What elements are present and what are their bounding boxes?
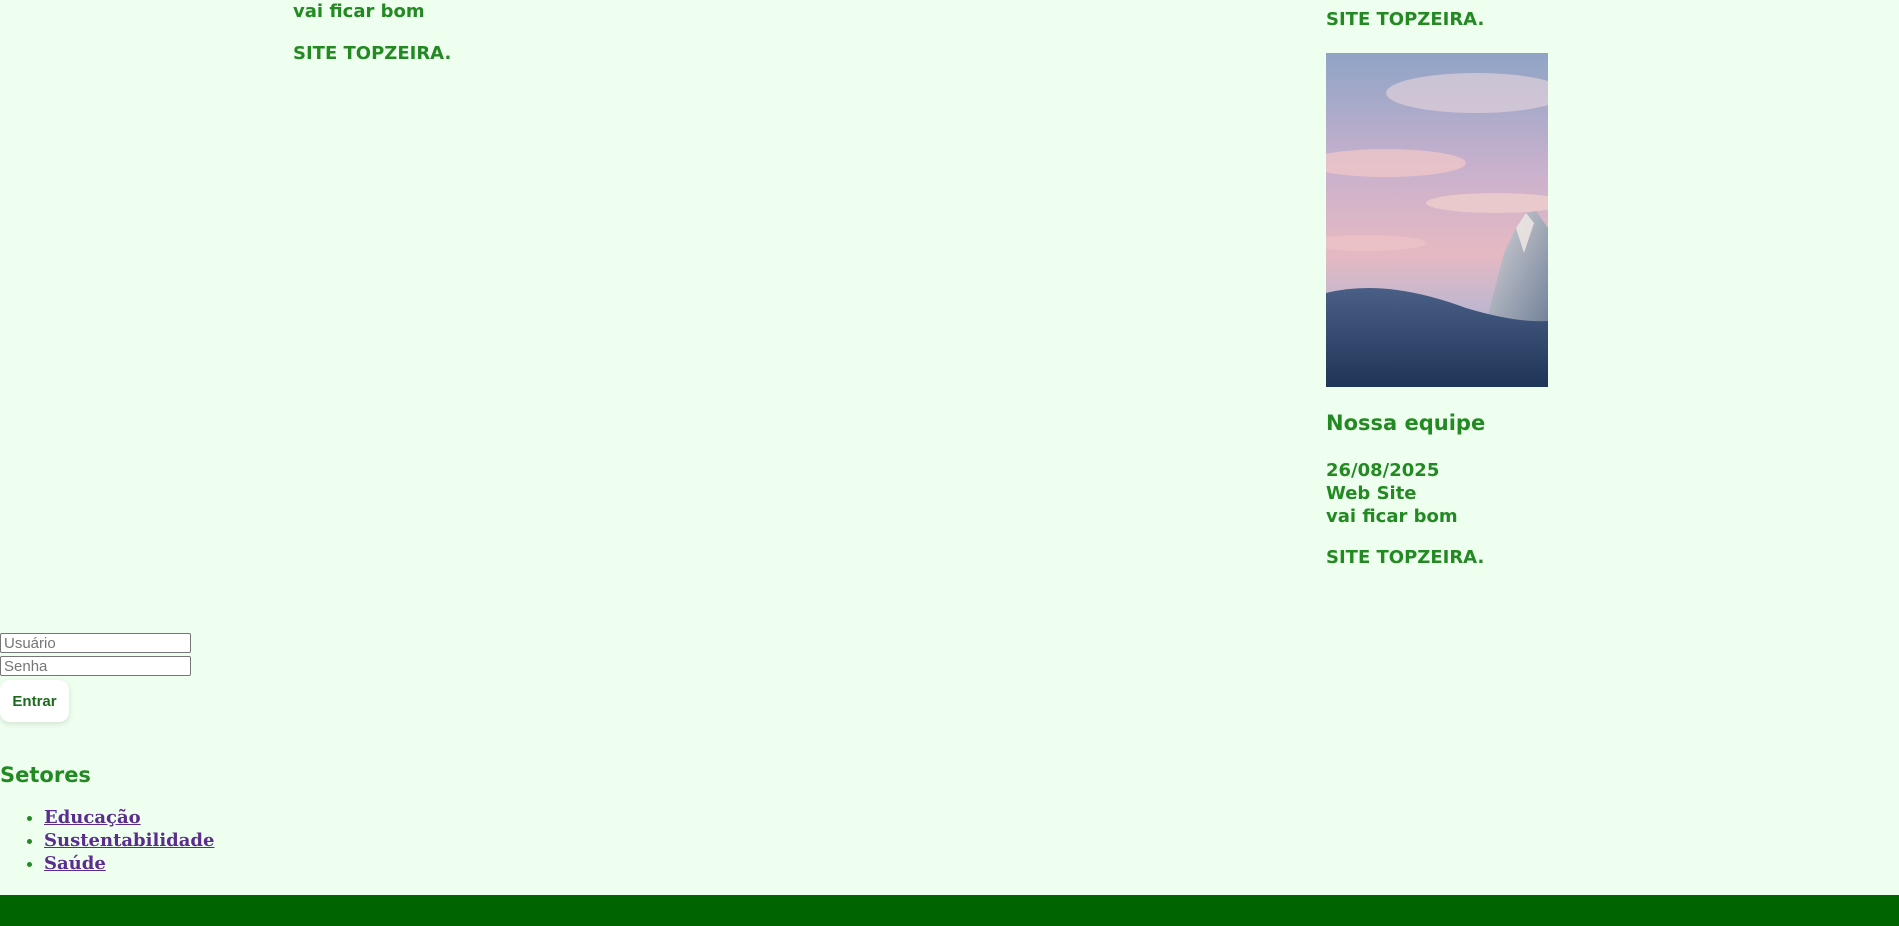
setor-link-saude[interactable]: Saúde [44,853,106,874]
setor-link-sustentabilidade[interactable]: Sustentabilidade [44,830,214,851]
footer-bar [0,895,1899,926]
list-item: Saúde [44,852,214,875]
post-line: vai ficar bom [1326,506,1458,527]
login-form: Entrar [0,633,191,722]
section-heading: Nossa equipe [1326,411,1486,435]
mountain-sunset-photo [1326,53,1548,387]
username-input[interactable] [0,633,191,653]
post-line: vai ficar bom [293,1,425,22]
left-post-text: vai ficar bom SITE TOPZEIRA. [293,0,451,65]
post-meta: 26/08/2025 Web Site vai ficar bom [1326,459,1646,528]
post-date: 26/08/2025 [1326,460,1440,481]
post-tagline: SITE TOPZEIRA. [293,43,452,64]
list-item: Educação [44,806,214,829]
setores-list: Educação Sustentabilidade Saúde [0,806,214,875]
setores-title: Setores [0,763,91,787]
post-tagline: SITE TOPZEIRA. [1326,9,1485,30]
setores-section: Setores Educação Sustentabilidade Saúde [0,762,214,875]
post-category: Web Site [1326,483,1417,504]
post-tagline: SITE TOPZEIRA. [1326,547,1485,568]
right-post: SITE TOPZEIRA. Nossa equipe 26/08/2025 W… [1326,8,1646,569]
list-item: Sustentabilidade [44,829,214,852]
password-input[interactable] [0,656,191,676]
login-button[interactable]: Entrar [0,680,69,722]
setor-link-educacao[interactable]: Educação [44,807,141,828]
